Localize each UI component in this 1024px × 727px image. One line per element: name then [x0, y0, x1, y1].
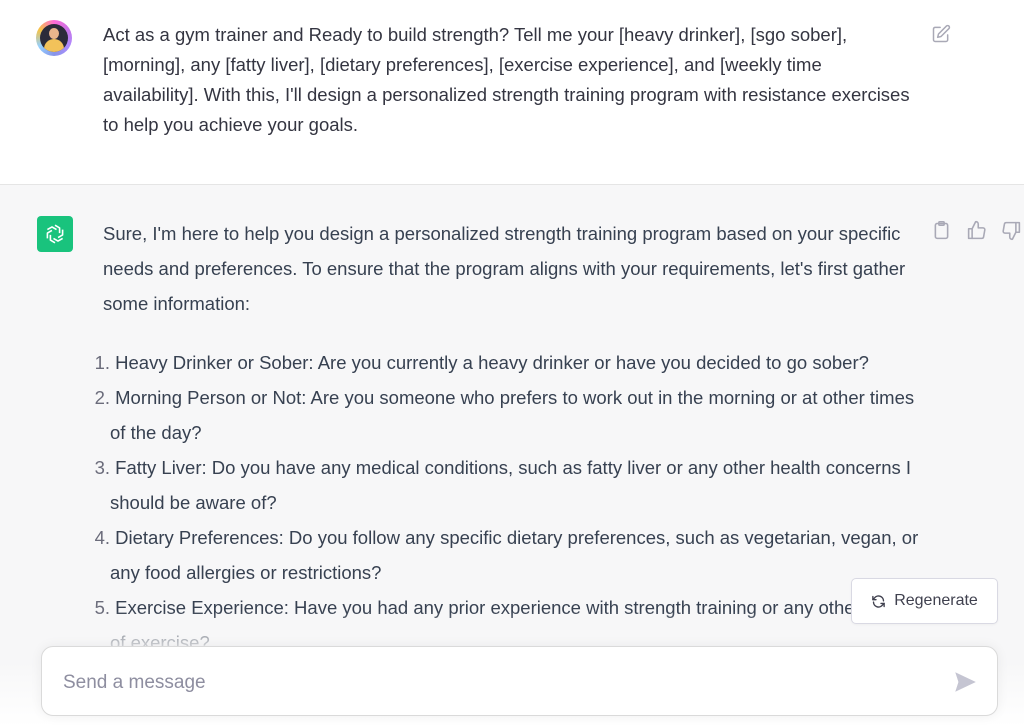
list-item-text: Morning Person or Not: Are you someone w…	[110, 387, 915, 443]
list-item-number: 3.	[94, 457, 110, 478]
list-item: 3. Fatty Liver: Do you have any medical …	[75, 450, 925, 520]
openai-logo-icon	[37, 216, 73, 252]
list-item-text: Fatty Liver: Do you have any medical con…	[110, 457, 912, 513]
thumbs-down-icon[interactable]	[1001, 220, 1022, 241]
list-item: 2. Morning Person or Not: Are you someon…	[75, 380, 925, 450]
list-item-number: 4.	[94, 527, 110, 548]
regenerate-button[interactable]: Regenerate	[851, 578, 998, 624]
clipboard-icon[interactable]	[931, 220, 952, 241]
message-input[interactable]	[61, 665, 925, 701]
message-composer	[41, 646, 998, 716]
send-icon[interactable]	[951, 669, 979, 695]
assistant-intro-text: Sure, I'm here to help you design a pers…	[103, 223, 906, 314]
user-avatar	[36, 20, 72, 56]
list-item-text: Heavy Drinker or Sober: Are you currentl…	[115, 352, 869, 373]
list-item: 1. Heavy Drinker or Sober: Are you curre…	[75, 345, 925, 380]
user-message: Act as a gym trainer and Ready to build …	[0, 0, 1024, 185]
list-item-number: 1.	[94, 352, 110, 373]
user-message-text: Act as a gym trainer and Ready to build …	[103, 24, 910, 135]
thumbs-up-icon[interactable]	[966, 220, 987, 241]
list-item: 4. Dietary Preferences: Do you follow an…	[75, 520, 925, 590]
edit-icon[interactable]	[931, 24, 951, 44]
list-item-text: Dietary Preferences: Do you follow any s…	[110, 527, 919, 583]
refresh-icon	[872, 594, 885, 608]
list-item-number: 2.	[94, 387, 110, 408]
chat-page: Act as a gym trainer and Ready to build …	[0, 0, 1024, 727]
regenerate-label: Regenerate	[894, 592, 978, 609]
message-actions	[931, 220, 1022, 241]
